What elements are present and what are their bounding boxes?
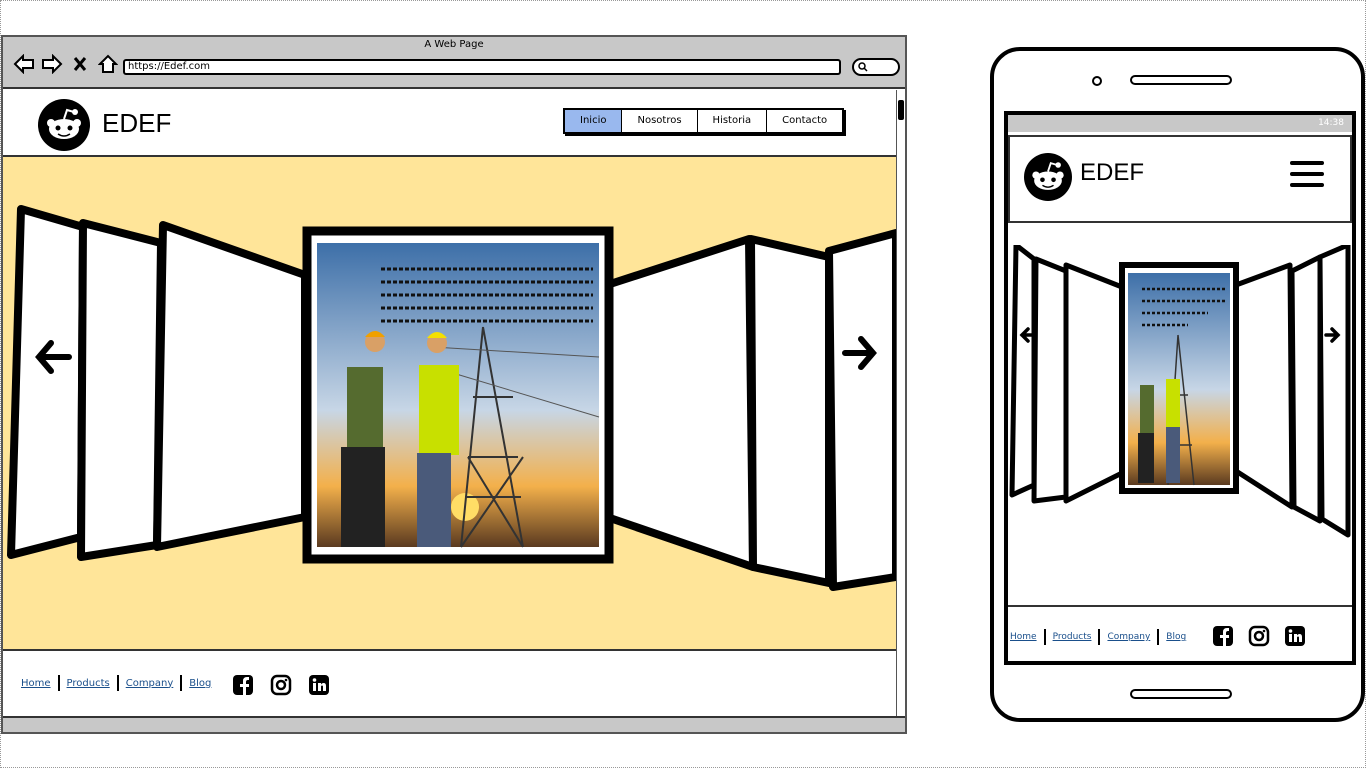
phone-speaker (1130, 75, 1232, 85)
brand-name: EDEF (102, 108, 172, 138)
social-icons (1212, 625, 1306, 651)
instagram-icon[interactable] (270, 674, 292, 700)
footer-divider (180, 675, 183, 691)
facebook-icon[interactable] (1212, 625, 1234, 651)
forward-icon[interactable] (41, 53, 63, 75)
phone-footer: Home Products Company Blog (1008, 605, 1352, 661)
browser-status-bar (3, 716, 905, 732)
logo-icon[interactable] (1024, 153, 1072, 201)
phone-home-button[interactable] (1130, 689, 1232, 699)
logo-icon[interactable] (38, 99, 90, 151)
nav-item-inicio[interactable]: Inicio (565, 110, 623, 132)
site-footer: Home Products Company Blog (3, 653, 896, 716)
main-nav: Inicio Nosotros Historia Contacto (563, 108, 845, 134)
footer-divider (1098, 629, 1101, 645)
footer-divider (1157, 629, 1160, 645)
footer-link-home[interactable]: Home (21, 678, 51, 689)
phone-frame: 14:38 EDEF Home Products Company Blog (990, 47, 1365, 722)
browser-toolbar: A Web Page https://Edef.com (3, 37, 905, 89)
facebook-icon[interactable] (232, 674, 254, 700)
site-header: EDEF Inicio Nosotros Historia Contacto (3, 90, 896, 157)
browser-search[interactable] (852, 58, 900, 76)
social-icons (232, 674, 330, 700)
linkedin-icon[interactable] (308, 674, 330, 700)
home-icon[interactable] (97, 53, 119, 75)
back-icon[interactable] (13, 53, 35, 75)
browser-window: A Web Page https://Edef.com EDEF Inicio … (1, 35, 907, 734)
hamburger-icon[interactable] (1290, 161, 1324, 191)
carousel-slide-right (1233, 242, 1351, 538)
footer-divider (116, 675, 119, 691)
nav-item-historia[interactable]: Historia (698, 110, 768, 132)
footer-divider (57, 675, 60, 691)
footer-link-blog[interactable]: Blog (189, 678, 211, 689)
search-icon (858, 62, 868, 75)
footer-link-company[interactable]: Company (126, 678, 174, 689)
hero-carousel (3, 157, 896, 651)
footer-link-home[interactable]: Home (1010, 632, 1037, 642)
window-title: A Web Page (424, 39, 484, 50)
footer-divider (1043, 629, 1046, 645)
footer-link-company[interactable]: Company (1107, 632, 1150, 642)
vertical-scrollbar[interactable] (896, 90, 905, 716)
carousel-slide-left (7, 205, 309, 561)
nav-item-nosotros[interactable]: Nosotros (622, 110, 698, 132)
phone-screen: 14:38 EDEF Home Products Company Blog (1004, 111, 1356, 665)
carousel-slide-left (1009, 242, 1125, 504)
website-viewport: EDEF Inicio Nosotros Historia Contacto H… (3, 90, 896, 716)
footer-links: Home Products Company Blog (21, 675, 211, 691)
instagram-icon[interactable] (1248, 625, 1270, 651)
nav-item-contacto[interactable]: Contacto (767, 110, 842, 132)
footer-link-products[interactable]: Products (1053, 632, 1092, 642)
address-bar[interactable]: https://Edef.com (123, 59, 841, 75)
browser-nav-icons (13, 53, 119, 75)
phone-status-bar: 14:38 (1008, 115, 1352, 132)
hero-photo (317, 243, 600, 548)
phone-clock: 14:38 (1318, 118, 1344, 128)
carousel-slide-right (603, 229, 896, 591)
footer-links: Home Products Company Blog (1010, 629, 1186, 645)
phone-carousel (1008, 242, 1352, 545)
scroll-thumb[interactable] (898, 100, 904, 120)
phone-header: EDEF (1008, 135, 1352, 223)
footer-link-blog[interactable]: Blog (1166, 632, 1186, 642)
stop-icon[interactable] (69, 53, 91, 75)
brand-name: EDEF (1080, 159, 1145, 186)
phone-camera (1092, 76, 1102, 86)
linkedin-icon[interactable] (1284, 625, 1306, 651)
footer-link-products[interactable]: Products (67, 678, 110, 689)
hero-photo (1128, 273, 1230, 486)
